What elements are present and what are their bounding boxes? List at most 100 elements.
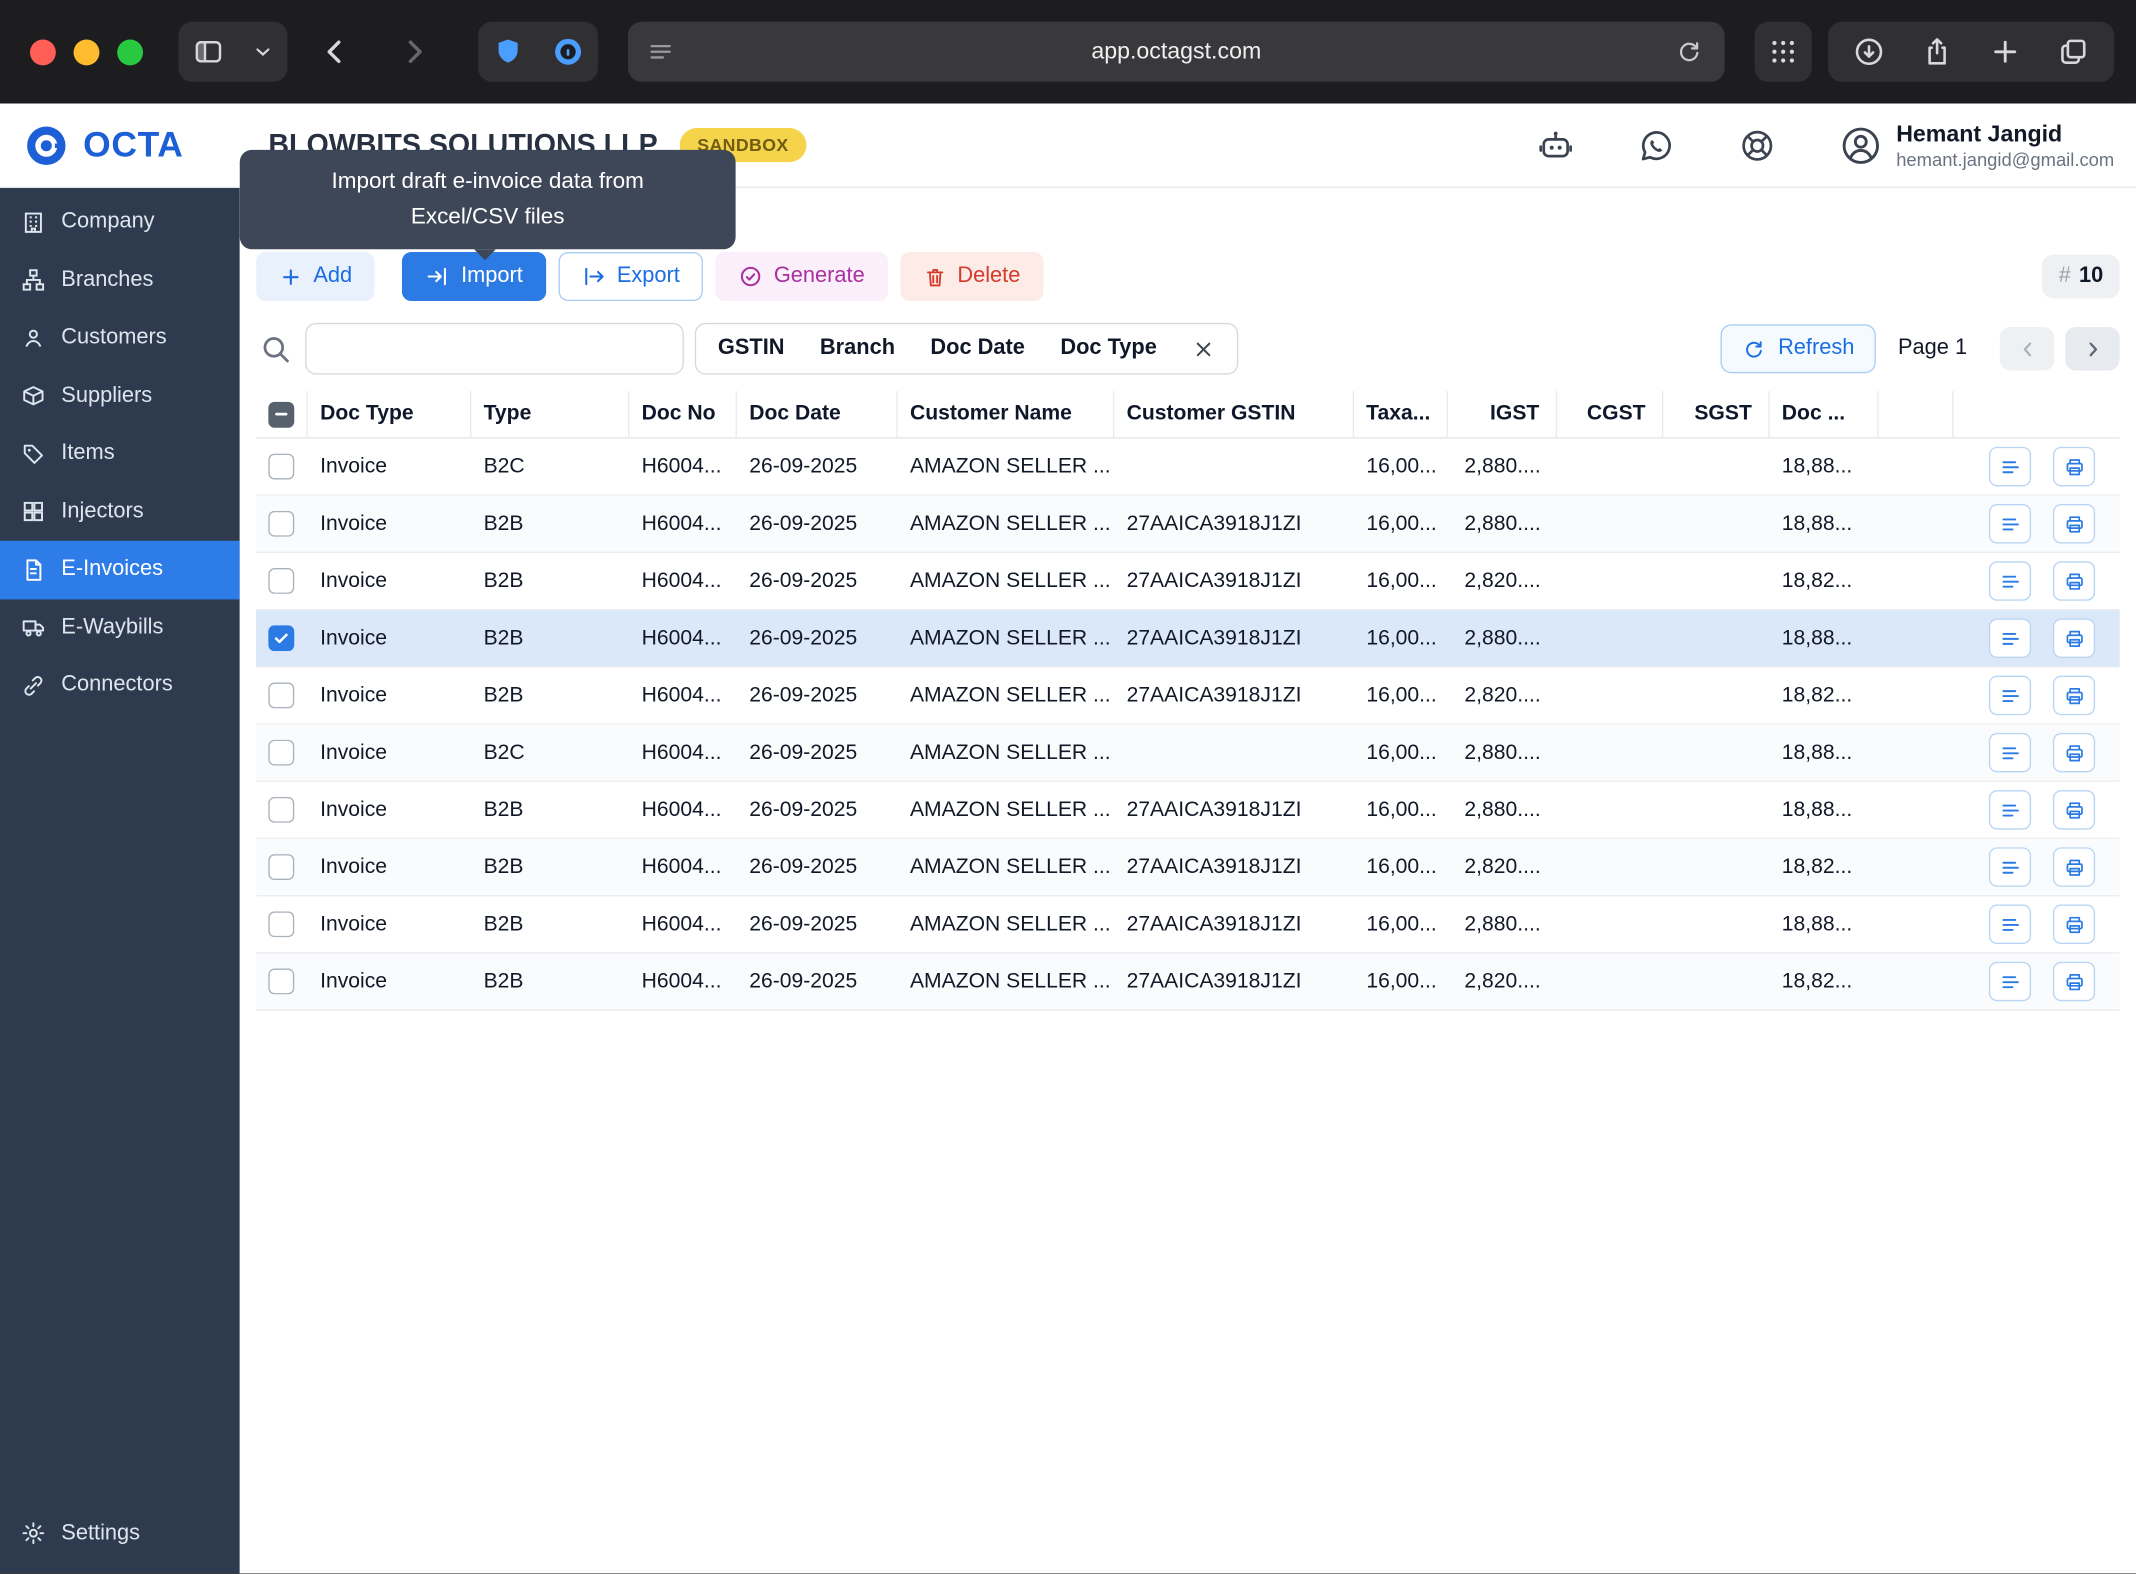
sidebar-item-e-invoices[interactable]: E-Invoices bbox=[0, 540, 240, 599]
row-print-button[interactable] bbox=[2052, 504, 2096, 544]
clear-filters-button[interactable] bbox=[1192, 337, 1215, 360]
add-button[interactable]: Add bbox=[256, 252, 376, 302]
export-button[interactable]: Export bbox=[558, 252, 704, 302]
url-text[interactable]: app.octagst.com bbox=[628, 38, 1725, 65]
row-details-button[interactable] bbox=[1988, 732, 2032, 773]
sidebar-item-e-waybills[interactable]: E-Waybills bbox=[0, 599, 240, 657]
row-checkbox[interactable] bbox=[268, 568, 295, 594]
table-row[interactable]: Invoice B2B H6004... 26-09-2025 AMAZON S… bbox=[256, 495, 2120, 554]
table-row[interactable]: Invoice B2B H6004... 26-09-2025 AMAZON S… bbox=[256, 782, 2120, 840]
row-checkbox[interactable] bbox=[268, 968, 295, 995]
table-row[interactable]: Invoice B2B H6004... 26-09-2025 AMAZON S… bbox=[256, 667, 2120, 725]
prev-page-button[interactable] bbox=[1999, 326, 2055, 371]
table-row[interactable]: Invoice B2B H6004... 26-09-2025 AMAZON S… bbox=[256, 953, 2120, 1011]
user-menu[interactable]: Hemant Jangid hemant.jangid@gmail.com bbox=[1839, 120, 2114, 170]
col-customer-name[interactable]: Customer Name bbox=[898, 390, 1115, 438]
share-icon[interactable] bbox=[1907, 22, 1967, 82]
sidebar-item-branches[interactable]: Branches bbox=[0, 251, 240, 309]
downloads-icon[interactable] bbox=[1839, 22, 1899, 82]
sidebar-item-company[interactable]: Company bbox=[0, 193, 240, 251]
row-details-button[interactable] bbox=[1988, 446, 2032, 487]
table-row[interactable]: Invoice B2B H6004... 26-09-2025 AMAZON S… bbox=[256, 553, 2120, 611]
row-checkbox[interactable] bbox=[268, 625, 295, 652]
assistant-bot-icon[interactable] bbox=[1537, 126, 1575, 164]
refresh-button[interactable]: Refresh bbox=[1720, 324, 1877, 374]
url-bar[interactable]: app.octagst.com bbox=[627, 21, 1725, 82]
reload-icon[interactable] bbox=[1670, 33, 1708, 71]
sidebar-item-settings[interactable]: Settings bbox=[0, 1505, 240, 1563]
row-print-button[interactable] bbox=[2052, 446, 2096, 487]
browser-sidebar-icon[interactable] bbox=[178, 22, 238, 82]
row-checkbox[interactable] bbox=[268, 796, 295, 823]
password-extension-icon[interactable] bbox=[538, 22, 598, 82]
filter-chip-doc-type[interactable]: Doc Type bbox=[1060, 336, 1156, 361]
shield-extension-icon[interactable] bbox=[478, 22, 538, 82]
close-window-button[interactable] bbox=[29, 38, 56, 65]
sidebar-item-customers[interactable]: Customers bbox=[0, 309, 240, 367]
col-type[interactable]: Type bbox=[471, 390, 630, 438]
cell-igst: 2,820.... bbox=[1464, 969, 1541, 993]
row-print-button[interactable] bbox=[2052, 732, 2096, 773]
filter-chip-doc-date[interactable]: Doc Date bbox=[930, 336, 1024, 361]
col-sgst[interactable]: SGST bbox=[1663, 390, 1770, 438]
row-print-button[interactable] bbox=[2052, 847, 2096, 887]
table-row[interactable]: Invoice B2B H6004... 26-09-2025 AMAZON S… bbox=[256, 896, 2120, 954]
row-details-button[interactable] bbox=[1988, 504, 2032, 544]
row-details-button[interactable] bbox=[1988, 618, 2032, 658]
table-row[interactable]: Invoice B2B H6004... 26-09-2025 AMAZON S… bbox=[256, 839, 2120, 897]
tab-overview-icon[interactable] bbox=[2043, 22, 2103, 82]
sidebar-item-suppliers[interactable]: Suppliers bbox=[0, 367, 240, 425]
row-print-button[interactable] bbox=[2052, 618, 2096, 658]
row-print-button[interactable] bbox=[2052, 904, 2096, 945]
delete-button[interactable]: Delete bbox=[900, 252, 1044, 302]
row-details-button[interactable] bbox=[1988, 790, 2032, 830]
search-input[interactable] bbox=[305, 322, 684, 375]
col-customer-gstin[interactable]: Customer GSTIN bbox=[1114, 390, 1355, 438]
forward-button[interactable] bbox=[383, 22, 446, 82]
cell-doc-type: Invoice bbox=[320, 854, 388, 878]
row-details-button[interactable] bbox=[1988, 847, 2032, 887]
row-print-button[interactable] bbox=[2052, 561, 2096, 601]
sidebar-item-injectors[interactable]: Injectors bbox=[0, 483, 240, 541]
row-details-button[interactable] bbox=[1988, 561, 2032, 601]
filter-chip-gstin[interactable]: GSTIN bbox=[718, 336, 785, 361]
row-checkbox[interactable] bbox=[268, 682, 295, 709]
row-print-button[interactable] bbox=[2052, 961, 2096, 1002]
back-button[interactable] bbox=[304, 22, 367, 82]
select-all-checkbox[interactable] bbox=[268, 401, 295, 428]
sidebar-item-connectors[interactable]: Connectors bbox=[0, 657, 240, 715]
col-cgst[interactable]: CGST bbox=[1557, 390, 1664, 438]
row-details-button[interactable] bbox=[1988, 675, 2032, 716]
filter-chip-branch[interactable]: Branch bbox=[820, 336, 895, 361]
grid-icon[interactable] bbox=[1755, 22, 1812, 82]
page-settings-icon[interactable] bbox=[647, 38, 674, 65]
col-taxable[interactable]: Taxa... bbox=[1354, 390, 1449, 438]
col-igst[interactable]: IGST bbox=[1448, 390, 1558, 438]
help-lifebuoy-icon[interactable] bbox=[1738, 126, 1776, 164]
row-checkbox[interactable] bbox=[268, 911, 295, 938]
generate-button[interactable]: Generate bbox=[715, 252, 888, 302]
col-doc-date[interactable]: Doc Date bbox=[737, 390, 898, 438]
sidebar-item-items[interactable]: Items bbox=[0, 425, 240, 483]
row-details-button[interactable] bbox=[1988, 961, 2032, 1002]
table-row[interactable]: Invoice B2C H6004... 26-09-2025 AMAZON S… bbox=[256, 724, 2120, 782]
col-doc-no[interactable]: Doc No bbox=[629, 390, 737, 438]
minimize-window-button[interactable] bbox=[73, 38, 100, 65]
row-checkbox[interactable] bbox=[268, 739, 295, 766]
zoom-window-button[interactable] bbox=[117, 38, 144, 65]
table-row[interactable]: Invoice B2B H6004... 26-09-2025 AMAZON S… bbox=[256, 610, 2120, 668]
next-page-button[interactable] bbox=[2065, 326, 2120, 371]
whatsapp-icon[interactable] bbox=[1637, 126, 1675, 164]
row-checkbox[interactable] bbox=[268, 854, 295, 881]
new-tab-icon[interactable] bbox=[1975, 22, 2035, 82]
col-doc-total[interactable]: Doc ... bbox=[1770, 390, 1879, 438]
row-checkbox[interactable] bbox=[268, 453, 295, 480]
table-row[interactable]: Invoice B2C H6004... 26-09-2025 AMAZON S… bbox=[256, 439, 2120, 496]
row-print-button[interactable] bbox=[2052, 790, 2096, 830]
row-details-button[interactable] bbox=[1988, 904, 2032, 945]
col-doc-type[interactable]: Doc Type bbox=[308, 390, 472, 438]
row-checkbox[interactable] bbox=[268, 510, 295, 537]
row-print-button[interactable] bbox=[2052, 675, 2096, 716]
chevron-down-icon[interactable] bbox=[238, 22, 287, 82]
close-icon bbox=[1197, 341, 1211, 356]
